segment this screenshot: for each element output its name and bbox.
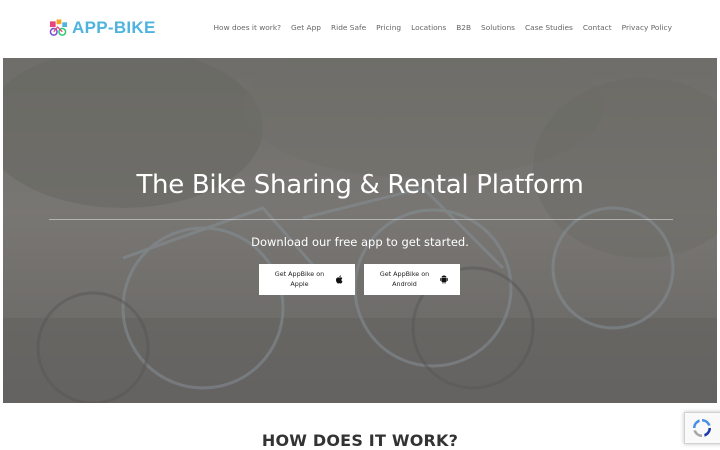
hero-overlay xyxy=(3,58,717,403)
nav-contact[interactable]: Contact xyxy=(583,23,612,32)
nav-solutions[interactable]: Solutions xyxy=(481,23,515,32)
get-app-apple-button[interactable]: Get AppBike on Apple xyxy=(259,264,355,295)
how-it-works-heading: HOW DOES IT WORK? xyxy=(261,431,459,450)
nav-pricing[interactable]: Pricing xyxy=(376,23,401,32)
nav-b2b[interactable]: B2B xyxy=(456,23,471,32)
hero-subtitle: Download our free app to get started. xyxy=(251,235,469,249)
recaptcha-icon xyxy=(693,419,711,437)
bike-share-logo-icon xyxy=(49,19,68,36)
nav-get-app[interactable]: Get App xyxy=(291,23,321,32)
nav-locations[interactable]: Locations xyxy=(411,23,446,32)
get-app-android-button[interactable]: Get AppBike on Android xyxy=(364,264,460,295)
nav-how-does-it-work[interactable]: How does it work? xyxy=(213,23,281,32)
site-header: APP-BIKE How does it work? Get App Ride … xyxy=(0,0,720,58)
hero-section: The Bike Sharing & Rental Platform Downl… xyxy=(3,58,717,403)
brand-name: APP-BIKE xyxy=(72,18,156,37)
nav-ride-safe[interactable]: Ride Safe xyxy=(331,23,366,32)
main-nav: How does it work? Get App Ride Safe Pric… xyxy=(213,23,672,32)
android-button-label: Get AppBike on Android xyxy=(379,270,430,288)
android-icon xyxy=(440,275,449,284)
nav-privacy-policy[interactable]: Privacy Policy xyxy=(622,23,672,32)
apple-icon xyxy=(335,275,344,284)
hero-title: The Bike Sharing & Rental Platform xyxy=(136,170,584,200)
hero-divider xyxy=(49,219,673,220)
brand-logo[interactable]: APP-BIKE xyxy=(49,18,156,38)
recaptcha-badge[interactable] xyxy=(684,412,720,444)
nav-case-studies[interactable]: Case Studies xyxy=(525,23,573,32)
apple-button-label: Get AppBike on Apple xyxy=(274,270,325,288)
